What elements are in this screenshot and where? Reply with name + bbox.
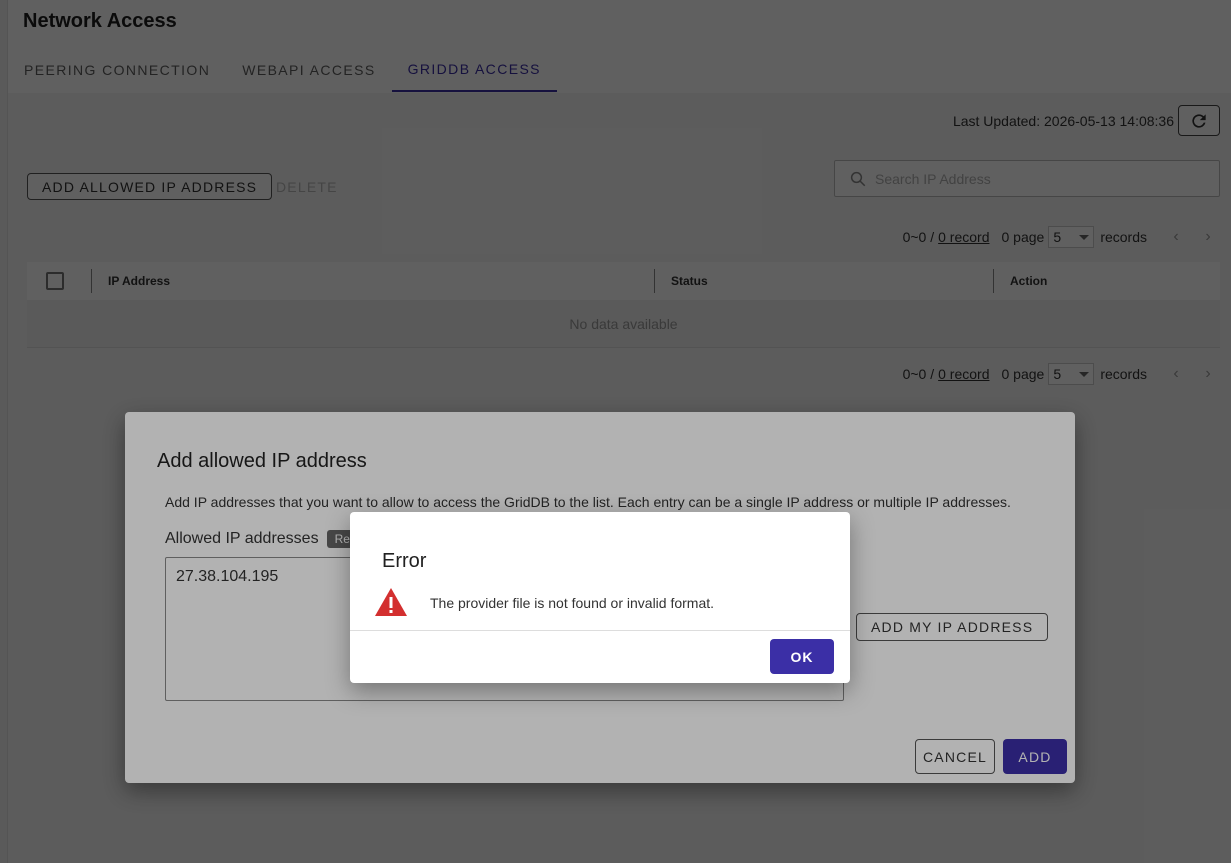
error-title: Error xyxy=(382,550,427,572)
divider xyxy=(350,630,850,631)
error-backdrop xyxy=(0,0,1231,863)
ok-button[interactable]: OK xyxy=(770,639,834,674)
warning-icon xyxy=(375,588,407,616)
error-message: The provider file is not found or invali… xyxy=(430,595,715,611)
error-dialog: Error The provider file is not found or … xyxy=(350,512,850,683)
